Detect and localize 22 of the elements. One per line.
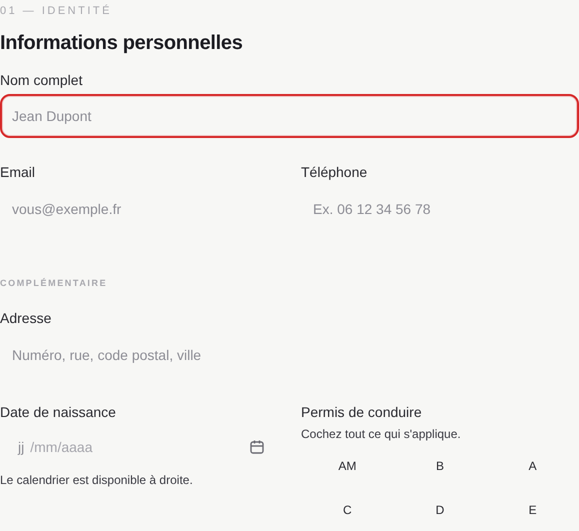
field-label: Permis de conduire <box>301 404 422 421</box>
section-number: 01 — IDENTITÉ <box>0 5 113 19</box>
license-option[interactable]: A <box>520 449 546 483</box>
input-field[interactable]: Jean Dupont <box>0 94 579 138</box>
license-option[interactable]: AM <box>329 449 366 483</box>
hint-text: Cochez tout ce qui s'applique. <box>301 427 461 441</box>
help-text: Le calendrier est disponible à droite. <box>0 473 193 487</box>
section-heading: COMPLÉMENTAIRE <box>0 278 108 288</box>
calendar-icon[interactable] <box>249 439 265 455</box>
field-label: Email <box>0 164 36 181</box>
field-label: Date de naissance <box>0 404 116 421</box>
license-option[interactable]: D <box>426 493 454 527</box>
field-label: Nom complet <box>0 72 82 89</box>
license-option[interactable]: B <box>426 449 453 483</box>
form-title: Informations personnelles <box>0 31 244 55</box>
license-option[interactable]: C <box>334 493 361 527</box>
input-field[interactable]: vous@exemple.fr <box>0 189 301 229</box>
input-field[interactable]: Ex. 06 12 34 56 78 <box>301 189 579 229</box>
field-label: Téléphone <box>301 164 368 181</box>
license-option[interactable]: E <box>520 493 546 527</box>
input-field[interactable]: Numéro, rue, code postal, ville <box>0 335 579 375</box>
field-label: Adresse <box>0 310 52 327</box>
